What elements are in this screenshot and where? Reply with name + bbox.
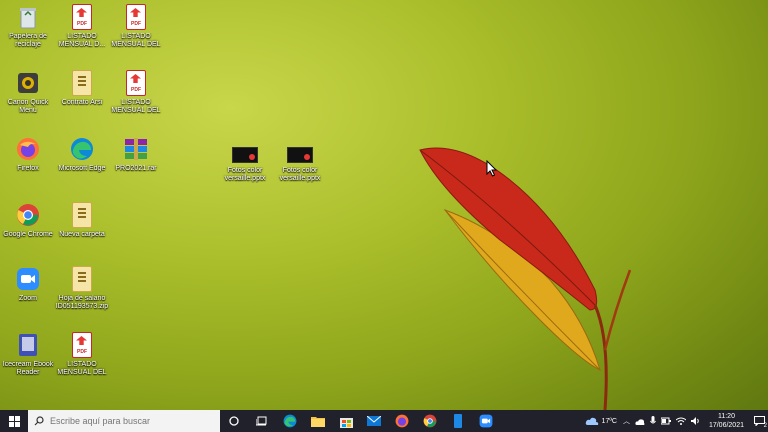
search-icon: [34, 416, 44, 426]
mail-icon: [367, 416, 381, 426]
system-tray: 17ºC ︿ 11:20 17/06/2021 2: [585, 410, 768, 432]
windows-logo-icon: [8, 415, 20, 427]
taskbar-chrome[interactable]: [416, 410, 444, 432]
document-file-icon: [69, 202, 95, 228]
taskbar-zoom[interactable]: [472, 410, 500, 432]
desktop-icon-recycle-bin[interactable]: Papelera de reciclaje: [0, 4, 56, 49]
edge-icon: [283, 414, 297, 428]
weather-temperature[interactable]: 17ºC: [602, 418, 617, 425]
volume-icon[interactable]: [690, 417, 701, 425]
taskbar-file-explorer[interactable]: [304, 410, 332, 432]
search-input[interactable]: [48, 415, 212, 427]
desktop-icon-listado-mensual-3[interactable]: PDF LISTADO MENSUAL DEL ...: [108, 70, 164, 115]
desktop-icon-label: Icecream Ebook Reader: [2, 361, 54, 376]
desktop: Papelera de reciclaje Canon Quick Menu F…: [0, 0, 768, 410]
desktop-icon-contrato-arsi[interactable]: Contrato Arsi: [54, 70, 110, 107]
folder-icon: [311, 417, 325, 427]
zip-file-icon: [69, 266, 95, 292]
document-file-icon: [69, 70, 95, 96]
edge-icon: [69, 136, 95, 162]
desktop-icon-label: Zoom: [19, 295, 37, 302]
phone-icon: [454, 414, 462, 428]
firefox-icon: [395, 414, 409, 428]
desktop-icon-firefox[interactable]: Firefox: [0, 136, 56, 173]
desktop-icon-label: Nueva carpeta: [59, 231, 105, 238]
cortana-button[interactable]: [220, 410, 248, 432]
wifi-icon[interactable]: [675, 417, 686, 425]
desktop-icon-label: LISTADO MENSUAL DEL ...: [57, 361, 107, 376]
weather-cloud-icon[interactable]: [585, 416, 599, 426]
notification-badge: 2: [763, 423, 767, 429]
taskbar-phone-app[interactable]: [444, 410, 472, 432]
taskbar-firefox[interactable]: [388, 410, 416, 432]
microphone-icon[interactable]: [650, 416, 656, 426]
desktop-icon-canon-quick-menu[interactable]: Canon Quick Menu: [0, 70, 56, 115]
recycle-bin-icon: [15, 4, 41, 30]
taskbar-edge[interactable]: [276, 410, 304, 432]
taskbar-microsoft-store[interactable]: [332, 410, 360, 432]
desktop-icon-zoom[interactable]: Zoom: [0, 266, 56, 303]
rar-archive-icon: [123, 136, 149, 162]
action-center-button[interactable]: 2: [750, 410, 768, 432]
wallpaper-leaf: [419, 147, 632, 410]
pptx-thumbnail-icon: [287, 146, 313, 164]
pdf-file-icon: PDF: [123, 70, 149, 96]
mouse-cursor-icon: [486, 160, 498, 177]
zoom-icon: [479, 414, 493, 428]
desktop-icon-icecream-ebook-reader[interactable]: Icecream Ebook Reader: [0, 332, 56, 377]
desktop-icon-listado-mensual-1[interactable]: PDF LISTADO MENSUAL D...: [54, 4, 110, 49]
desktop-icon-listado-mensual-4[interactable]: PDF LISTADO MENSUAL DEL ...: [54, 332, 110, 377]
clock-time: 11:20: [717, 413, 735, 420]
desktop-icon-label: Fotos color versaille.pptx: [224, 167, 266, 182]
taskbar-clock[interactable]: 11:20 17/06/2021: [709, 412, 744, 430]
battery-icon[interactable]: [660, 417, 671, 425]
desktop-icon-label: Canon Quick Menu: [7, 99, 49, 114]
show-hidden-icons-chevron-icon[interactable]: ︿: [623, 416, 630, 426]
pdf-file-icon: PDF: [69, 4, 95, 30]
desktop-icon-label: Contrato Arsi: [61, 99, 103, 106]
canon-quick-menu-icon: [15, 70, 41, 96]
desktop-icon-label: Hoja de salario ID051193573.zip: [55, 295, 109, 310]
chrome-icon: [423, 414, 437, 428]
desktop-icon-fotos-color-1[interactable]: Fotos color versaille.pptx: [217, 146, 273, 183]
desktop-icon-google-chrome[interactable]: Google Chrome: [0, 202, 56, 239]
desktop-icon-nueva-carpeta[interactable]: Nueva carpeta: [54, 202, 110, 239]
onedrive-cloud-icon[interactable]: [635, 418, 645, 425]
desktop-icon-label: LISTADO MENSUAL DEL ...: [111, 99, 161, 114]
desktop-icon-listado-mensual-2[interactable]: PDF LISTADO MENSUAL DEL ...: [108, 4, 164, 49]
zoom-icon: [15, 266, 41, 292]
clock-date: 17/06/2021: [708, 422, 744, 429]
desktop-icon-hoja-de-salario[interactable]: Hoja de salario ID051193573.zip: [54, 266, 110, 311]
desktop-icon-pro2021-rar[interactable]: PRO2021.rar: [108, 136, 164, 173]
pdf-file-icon: PDF: [69, 332, 95, 358]
taskbar-search-box[interactable]: [28, 410, 220, 432]
desktop-icon-label: Google Chrome: [3, 231, 53, 238]
ebook-reader-icon: [15, 332, 41, 358]
desktop-icon-label: Microsoft Edge: [58, 165, 106, 172]
desktop-icon-label: Firefox: [17, 165, 39, 172]
desktop-icon-microsoft-edge[interactable]: Microsoft Edge: [54, 136, 110, 173]
pdf-file-icon: PDF: [123, 4, 149, 30]
taskbar: 17ºC ︿ 11:20 17/06/2021 2: [0, 410, 768, 432]
desktop-icon-label: Fotos color versaille.pptx: [279, 167, 321, 182]
desktop-icon-fotos-color-2[interactable]: Fotos color versaille.pptx: [272, 146, 328, 183]
desktop-icon-label: PRO2021.rar: [115, 165, 157, 172]
desktop-icon-label: Papelera de reciclaje: [9, 33, 47, 48]
chrome-icon: [15, 202, 41, 228]
start-button[interactable]: [0, 410, 28, 432]
task-view-icon: [256, 416, 267, 426]
firefox-icon: [15, 136, 41, 162]
desktop-icon-label: LISTADO MENSUAL DEL ...: [111, 33, 161, 48]
cortana-icon: [229, 416, 239, 426]
store-icon: [339, 417, 353, 428]
desktop-icon-label: LISTADO MENSUAL D...: [58, 33, 106, 48]
taskbar-mail[interactable]: [360, 410, 388, 432]
task-view-button[interactable]: [248, 410, 276, 432]
pptx-thumbnail-icon: [232, 146, 258, 164]
